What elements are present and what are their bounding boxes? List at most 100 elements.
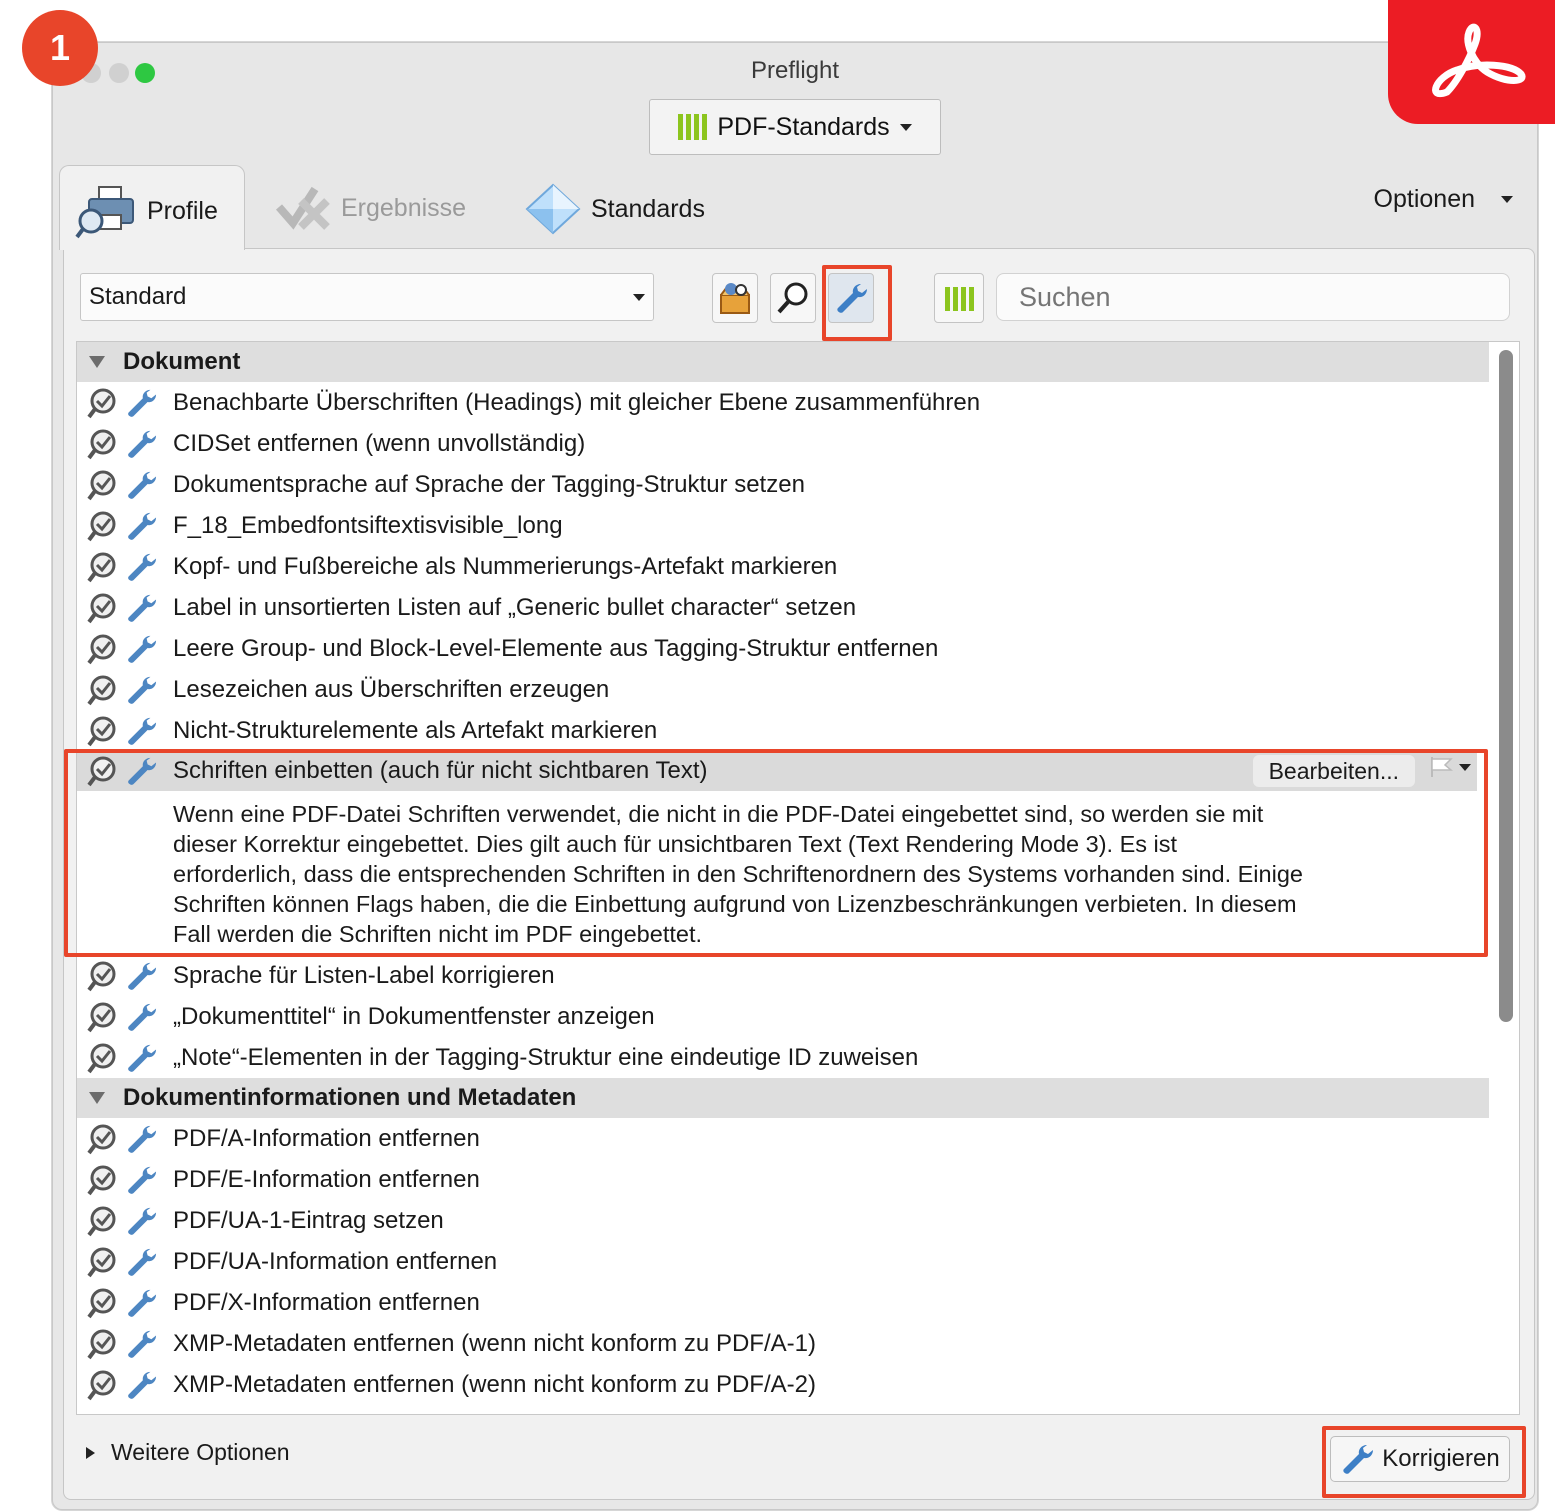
show-checks-button[interactable]: [770, 273, 816, 323]
row-icons: [77, 1328, 173, 1360]
row-icons: [77, 469, 173, 501]
fixup-row[interactable]: PDF/X-Information entfernen: [77, 1282, 1519, 1323]
fixup-check-icon: [87, 1206, 116, 1236]
fixup-row[interactable]: F_18_Embedfontsiftextisvisible_long: [77, 505, 1519, 546]
fixup-row[interactable]: Benachbarte Überschriften (Headings) mit…: [77, 382, 1519, 423]
fixup-label: PDF/A-Information entfernen: [173, 1124, 480, 1152]
fixup-row[interactable]: XMP-Metadaten entfernen (wenn nicht konf…: [77, 1364, 1519, 1405]
row-icons: [77, 960, 173, 992]
fixup-label: XMP-Metadaten entfernen (wenn nicht konf…: [173, 1329, 816, 1357]
wrench-icon: [128, 471, 157, 499]
options-menu[interactable]: Optionen: [1374, 185, 1513, 214]
fixup-label: CIDSet entfernen (wenn unvollständig): [173, 429, 586, 457]
group-title: Dokument: [123, 348, 241, 375]
fixup-row[interactable]: PDF/A-Information entfernen: [77, 1118, 1519, 1159]
group-header-dokument[interactable]: Dokument: [77, 342, 1489, 382]
wrench-icon: [128, 1289, 157, 1317]
fixup-check-icon: [87, 1247, 116, 1277]
fixup-row[interactable]: „Dokumenttitel“ in Dokumentfenster anzei…: [77, 996, 1519, 1037]
fixups-highlight-box: [822, 265, 892, 341]
fixup-row[interactable]: Label in unsortierten Listen auf „Generi…: [77, 587, 1519, 628]
wrench-icon: [128, 1330, 157, 1358]
fixup-label: Benachbarte Überschriften (Headings) mit…: [173, 388, 981, 416]
wrench-icon: [128, 717, 157, 745]
fixup-check-icon: [87, 552, 116, 582]
fixup-row[interactable]: Kopf- und Fußbereiche als Nummerierungs-…: [77, 546, 1519, 587]
tab-standards[interactable]: Standards: [525, 183, 705, 235]
fixup-row[interactable]: Nicht-Strukturelemente als Artefakt mark…: [77, 710, 1519, 751]
fixup-check-icon: [87, 1370, 116, 1400]
pdf-standards-label: PDF-Standards: [717, 112, 890, 141]
tab-profile-content[interactable]: Profile: [75, 183, 218, 239]
titlebar: Preflight: [53, 43, 1537, 101]
wrench-icon: [128, 1248, 157, 1276]
standards-bars-icon: [944, 285, 974, 311]
show-all-profiles-button[interactable]: [712, 273, 758, 323]
fixup-label: Lesezeichen aus Überschriften erzeugen: [173, 675, 610, 703]
disclosure-triangle-icon: [86, 1446, 95, 1459]
group-header-metadata[interactable]: Dokumentinformationen und Metadaten: [77, 1078, 1489, 1118]
group-items-dokument-after: Sprache für Listen-Label korrigieren „Dok…: [77, 955, 1519, 1078]
wrench-icon: [128, 389, 157, 417]
row-icons: [77, 1001, 173, 1033]
fixup-check-icon: [87, 388, 116, 418]
fixup-label: PDF/UA-1-Eintrag setzen: [173, 1206, 444, 1234]
standards-bars-icon: [678, 114, 708, 140]
row-icons: [77, 633, 173, 665]
tab-profile-label: Profile: [147, 196, 218, 225]
acrobat-logo-icon: [1431, 23, 1526, 98]
fixup-check-icon: [87, 961, 116, 991]
step-badge: 1: [22, 10, 98, 86]
chevron-down-icon: [899, 123, 912, 131]
profile-library-select[interactable]: Standard: [80, 273, 654, 321]
chevron-down-icon: [1501, 196, 1513, 203]
wrench-icon: [128, 594, 157, 622]
wrench-icon: [128, 1371, 157, 1399]
wrench-icon: [128, 512, 157, 540]
fixup-label: „Note“-Elementen in der Tagging-Struktur…: [173, 1043, 919, 1071]
search-input[interactable]: [996, 273, 1510, 321]
pdf-standards-dropdown[interactable]: PDF-Standards: [649, 99, 941, 155]
fixup-label: XMP-Metadaten entfernen (wenn nicht konf…: [173, 1370, 816, 1398]
fixup-row[interactable]: Dokumentsprache auf Sprache der Tagging-…: [77, 464, 1519, 505]
tab-ergebnisse[interactable]: Ergebnisse: [275, 183, 466, 233]
fixup-row[interactable]: CIDSet entfernen (wenn unvollständig): [77, 423, 1519, 464]
fixup-row[interactable]: XMP-Metadaten entfernen (wenn nicht konf…: [77, 1323, 1519, 1364]
fixup-label: PDF/UA-Information entfernen: [173, 1247, 498, 1275]
fixup-label: Nicht-Strukturelemente als Artefakt mark…: [173, 716, 658, 744]
fixup-row[interactable]: Sprache für Listen-Label korrigieren: [77, 955, 1519, 996]
fixup-row[interactable]: Leere Group- und Block-Level-Elemente au…: [77, 628, 1519, 669]
fixup-row[interactable]: „Note“-Elementen in der Tagging-Struktur…: [77, 1037, 1519, 1078]
magnifier-icon: [777, 282, 808, 314]
fixup-label: PDF/E-Information entfernen: [173, 1165, 480, 1193]
row-icons: [77, 592, 173, 624]
more-options-label: Weitere Optionen: [111, 1439, 290, 1465]
more-options-toggle[interactable]: Weitere Optionen: [86, 1439, 290, 1466]
wrench-icon: [128, 676, 157, 704]
window-title: Preflight: [750, 57, 840, 84]
fixup-check-icon: [87, 1043, 116, 1073]
row-icons: [77, 674, 173, 706]
wrench-icon: [128, 635, 157, 663]
tab-standards-label: Standards: [591, 194, 705, 223]
fixup-row[interactable]: PDF/E-Information entfernen: [77, 1159, 1519, 1200]
tab-ergebnisse-label: Ergebnisse: [341, 193, 467, 222]
fixup-check-icon: [87, 1002, 116, 1032]
fixup-row[interactable]: Lesezeichen aus Überschriften erzeugen: [77, 669, 1519, 710]
disclosure-triangle-icon: [89, 356, 105, 368]
fixup-check-icon: [87, 1288, 116, 1318]
profile-printer-icon: [75, 186, 134, 239]
fixup-row[interactable]: PDF/UA-1-Eintrag setzen: [77, 1200, 1519, 1241]
fixup-check-icon: [87, 1329, 116, 1359]
chevron-down-icon: [633, 293, 645, 301]
diamond-icon: [525, 183, 581, 235]
standards-filter-button[interactable]: [934, 273, 984, 323]
selected-fixup-highlight-box: [64, 749, 1488, 957]
fixup-check-icon: [87, 429, 116, 459]
results-check-icon: [275, 186, 330, 230]
row-icons: [77, 1164, 173, 1196]
row-icons: [77, 715, 173, 747]
row-icons: [77, 551, 173, 583]
fixup-check-icon: [87, 593, 116, 623]
fixup-row[interactable]: PDF/UA-Information entfernen: [77, 1241, 1519, 1282]
